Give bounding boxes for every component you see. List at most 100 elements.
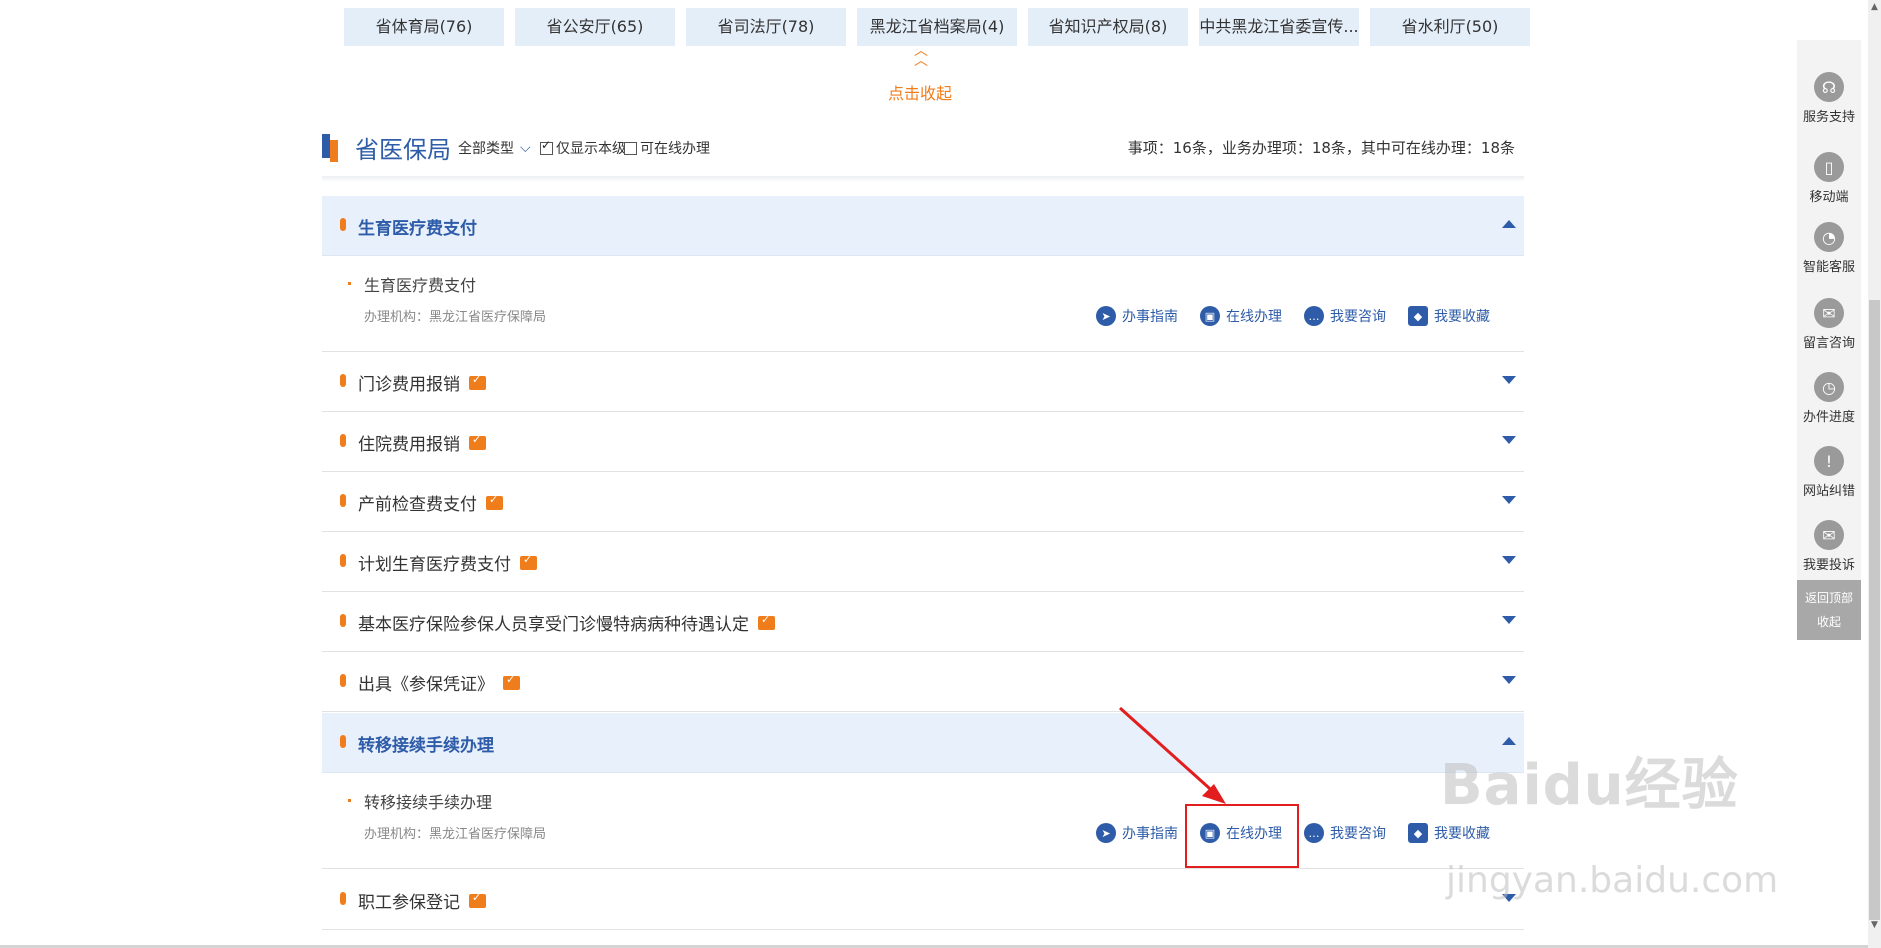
guide-button[interactable]: ➤ 办事指南 xyxy=(1096,823,1178,843)
headset-icon: ☊ xyxy=(1814,72,1844,102)
sidebar-label: 办件进度 xyxy=(1802,410,1855,425)
sidebar-item-mobile[interactable]: ▯ 移动端 xyxy=(1797,144,1861,218)
bullet-icon xyxy=(340,434,346,447)
mobile-phone-icon: ▯ xyxy=(1814,152,1844,182)
sidebar-item-support[interactable]: ☊ 服务支持 xyxy=(1797,64,1861,138)
favorite-button[interactable]: ◆ 我要收藏 xyxy=(1408,306,1490,326)
guide-label: 办事指南 xyxy=(1122,826,1178,842)
collapse-label: 点击收起 xyxy=(887,84,952,103)
caret-down-icon[interactable] xyxy=(1502,556,1516,564)
dept-tab[interactable]: 省知识产权局(8) xyxy=(1028,8,1188,46)
list-item[interactable]: 门诊费用报销 xyxy=(322,352,1524,412)
list-item[interactable]: 出具《参保凭证》 xyxy=(322,652,1524,712)
only-this-level-checkbox[interactable]: 仅显示本级 xyxy=(540,138,626,158)
online-only-label: 可在线办理 xyxy=(640,141,710,157)
sidebar-item-smart-service[interactable]: ◔ 智能客服 xyxy=(1797,214,1861,288)
header-mark-icon xyxy=(322,134,330,158)
bullet-icon xyxy=(340,892,346,905)
header-divider xyxy=(322,176,1524,182)
item-label: 转移接续手续办理 xyxy=(358,736,494,756)
scroll-down-arrow-icon[interactable]: ▼ xyxy=(1868,918,1881,932)
consult-button[interactable]: … 我要咨询 xyxy=(1304,306,1386,326)
list-item[interactable]: 住院费用报销 xyxy=(322,412,1524,472)
list-item[interactable]: 基本医疗保险参保人员享受门诊慢特病病种待遇认定 xyxy=(322,592,1524,652)
collapse-tabs-link[interactable]: ︿ ︿ 点击收起 xyxy=(868,43,972,104)
caret-down-icon[interactable] xyxy=(1502,376,1516,384)
bullet-icon xyxy=(340,494,346,507)
item-label: 出具《参保凭证》 xyxy=(358,670,520,695)
detail-org: 办理机构：黑龙江省医疗保障局 xyxy=(364,827,547,842)
dept-tab[interactable]: 黑龙江省档案局(4) xyxy=(857,8,1017,46)
dept-tab[interactable]: 省水利厅(50) xyxy=(1370,8,1530,46)
caret-down-icon[interactable] xyxy=(1502,616,1516,624)
dept-tab[interactable]: 中共黑龙江省委宣传... xyxy=(1199,8,1359,46)
bullet-icon xyxy=(340,735,346,748)
guide-button[interactable]: ➤ 办事指南 xyxy=(1096,306,1178,326)
type-filter-dropdown[interactable]: 全部类型 ⌵ xyxy=(458,138,531,158)
box-icon: ◆ xyxy=(1408,306,1428,326)
bullet-icon xyxy=(340,374,346,387)
consult-button[interactable]: … 我要咨询 xyxy=(1304,823,1386,843)
scrollbar-thumb[interactable] xyxy=(1869,300,1880,920)
list-item[interactable]: 产前检查费支付 xyxy=(322,472,1524,532)
dept-tab[interactable]: 省体育局(76) xyxy=(344,8,504,46)
sidebar-label: 服务支持 xyxy=(1802,110,1855,125)
action-group: ➤ 办事指南 ▣ 在线办理 … 我要咨询 ◆ 我要收藏 xyxy=(1074,306,1490,326)
chat-icon: … xyxy=(1304,306,1324,326)
detail-title[interactable]: 转移接续手续办理 xyxy=(364,789,492,813)
sidebar-item-message[interactable]: ✉ 留言咨询 xyxy=(1797,290,1861,364)
consult-label: 我要咨询 xyxy=(1330,826,1386,842)
back-top-label: 返回顶部 xyxy=(1804,591,1853,605)
consult-label: 我要咨询 xyxy=(1330,309,1386,325)
scroll-up-arrow-icon[interactable]: ▲ xyxy=(1868,0,1881,14)
sidebar-label: 网站纠错 xyxy=(1802,484,1855,499)
annotation-arrow-icon xyxy=(1118,706,1226,804)
sidebar-item-error-report[interactable]: ! 网站纠错 xyxy=(1797,438,1861,512)
chat-bubble-icon: ◔ xyxy=(1814,222,1844,252)
dot-icon xyxy=(348,282,351,285)
caret-down-icon[interactable] xyxy=(1502,496,1516,504)
item-label: 计划生育医疗费支付 xyxy=(358,550,537,575)
item-detail: 生育医疗费支付 办理机构：黑龙江省医疗保障局 ➤ 办事指南 ▣ 在线办理 … 我要咨询… xyxy=(322,256,1524,352)
dept-tab[interactable]: 省公安厅(65) xyxy=(515,8,675,46)
sidebar-label: 留言咨询 xyxy=(1802,336,1855,351)
double-chevron-up-icon: ︿ ︿ xyxy=(914,43,928,69)
bullet-icon xyxy=(340,218,346,231)
clock-document-icon: ◷ xyxy=(1814,372,1844,402)
box-icon: ◆ xyxy=(1408,823,1428,843)
list-item[interactable]: 转移接续手续办理 xyxy=(322,713,1524,773)
detail-title[interactable]: 生育医疗费支付 xyxy=(364,272,476,296)
caret-up-icon[interactable] xyxy=(1502,220,1516,228)
back-to-top-button[interactable]: 返回顶部 收起 xyxy=(1797,580,1861,640)
dept-tab[interactable]: 省司法厅(78) xyxy=(686,8,846,46)
sidebar-item-complaint[interactable]: ✉ 我要投诉 xyxy=(1797,512,1861,586)
guide-label: 办事指南 xyxy=(1122,309,1178,325)
watermark-url: jingyan.baidu.com xyxy=(1446,860,1779,901)
sidebar-item-progress[interactable]: ◷ 办件进度 xyxy=(1797,364,1861,438)
list-item[interactable]: 计划生育医疗费支付 xyxy=(322,532,1524,592)
favorite-label: 我要收藏 xyxy=(1434,826,1490,842)
item-label: 住院费用报销 xyxy=(358,430,486,455)
send-icon: ➤ xyxy=(1096,823,1116,843)
online-only-checkbox[interactable]: 可在线办理 xyxy=(624,138,710,158)
online-handle-button[interactable]: ▣ 在线办理 xyxy=(1200,306,1282,326)
online-available-icon xyxy=(503,673,520,690)
collapse-sidebar-label: 收起 xyxy=(1816,615,1841,629)
list-item[interactable]: 生育医疗费支付 xyxy=(322,196,1524,256)
online-available-icon xyxy=(758,613,775,630)
sidebar-label: 智能客服 xyxy=(1802,260,1855,275)
item-label: 产前检查费支付 xyxy=(358,490,503,515)
caret-down-icon[interactable] xyxy=(1502,676,1516,684)
watermark-logo: Baidu经验 xyxy=(1440,753,1739,818)
caret-down-icon[interactable] xyxy=(1502,436,1516,444)
favorite-label: 我要收藏 xyxy=(1434,309,1490,325)
chat-icon: … xyxy=(1304,823,1324,843)
online-available-icon xyxy=(469,433,486,450)
sidebar-label: 移动端 xyxy=(1809,190,1849,205)
list-item[interactable]: 职工参保登记 xyxy=(322,870,1524,930)
dot-icon xyxy=(348,799,351,802)
checkbox-checked-icon xyxy=(540,138,553,155)
favorite-button[interactable]: ◆ 我要收藏 xyxy=(1408,823,1490,843)
item-detail: 转移接续手续办理 办理机构：黑龙江省医疗保障局 ➤ 办事指南 ▣ 在线办理 … 我要咨… xyxy=(322,773,1524,869)
bullet-icon xyxy=(340,614,346,627)
